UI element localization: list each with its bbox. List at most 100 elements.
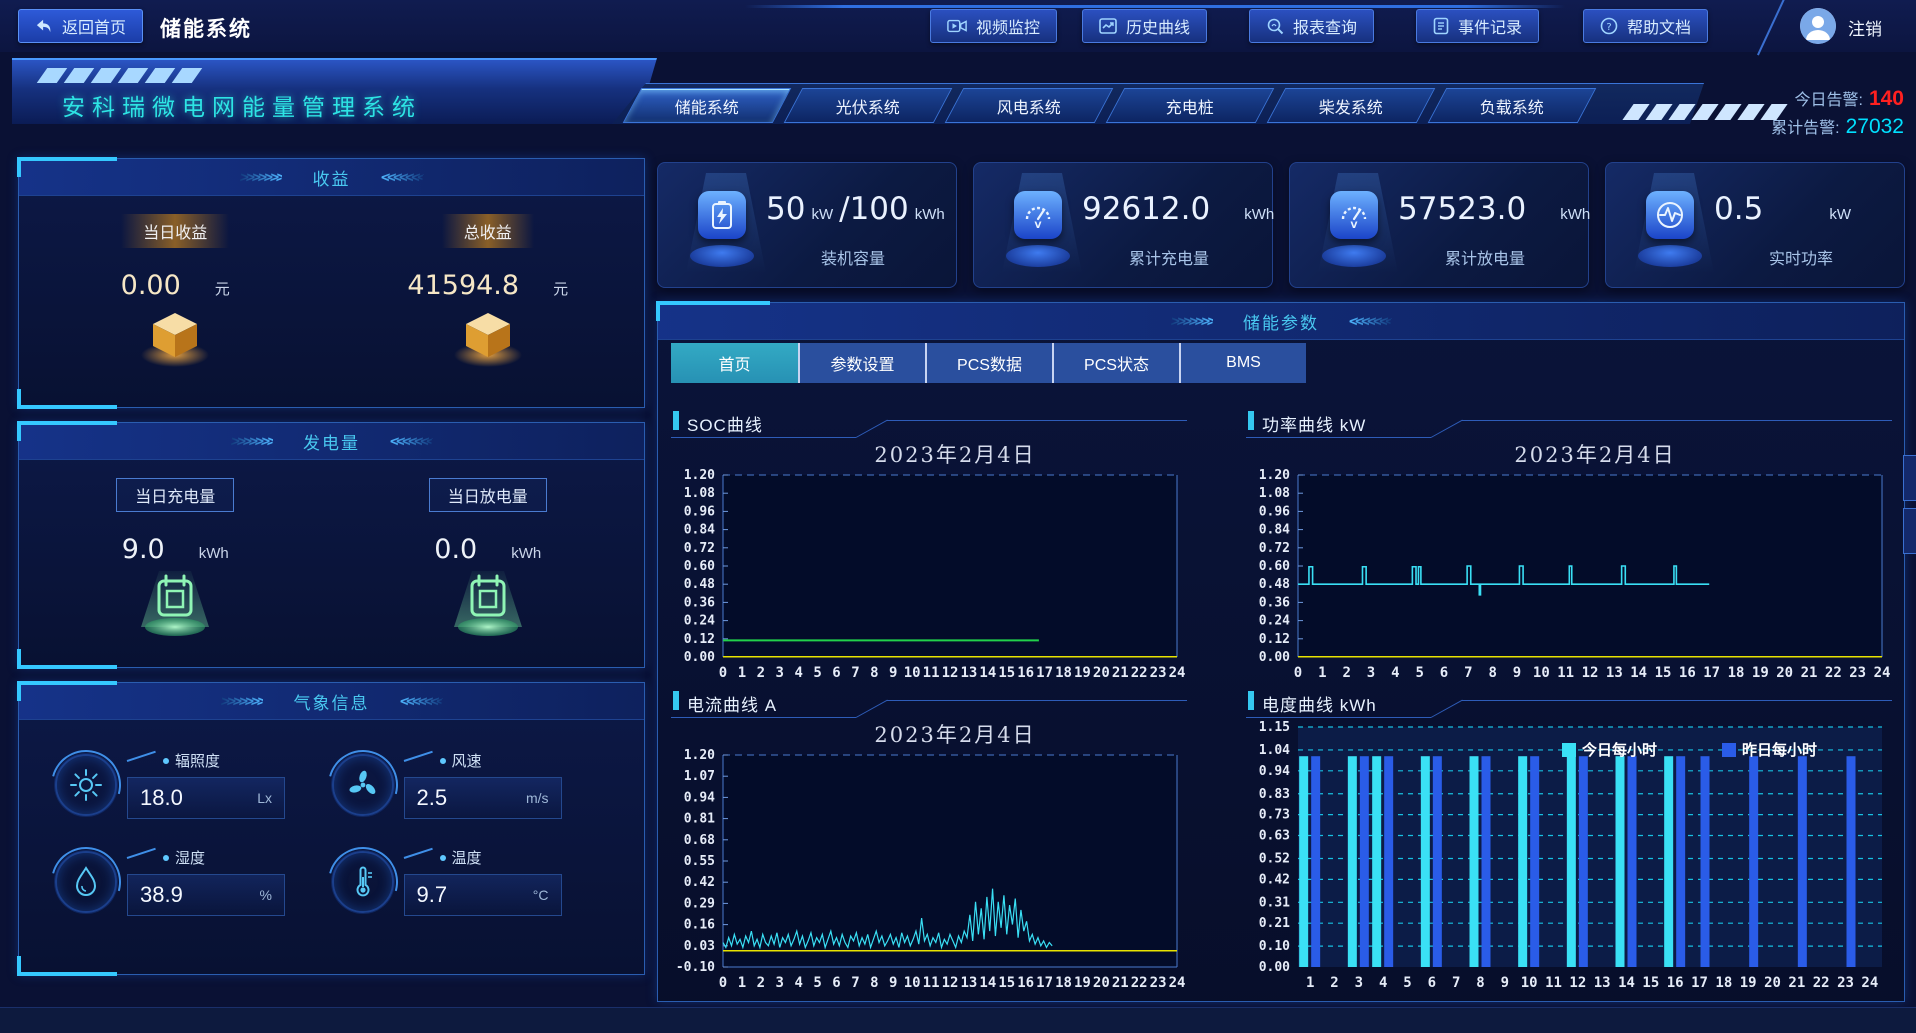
irradiance-value: 18.0 — [140, 785, 183, 811]
svg-text:16: 16 — [1679, 665, 1696, 681]
nav-tab-pv[interactable]: 光伏系统 — [784, 88, 953, 123]
svg-text:4: 4 — [1391, 665, 1399, 681]
irradiance-value-box: 18.0 Lx — [127, 777, 285, 819]
nav-tab-diesel[interactable]: 柴发系统 — [1267, 88, 1436, 123]
svg-text:17: 17 — [1691, 975, 1708, 991]
report-query-button[interactable]: 报表查询 — [1249, 9, 1374, 43]
wind-speed-value: 2.5 — [417, 785, 448, 811]
svg-text:14: 14 — [1618, 975, 1635, 991]
alarm-summary: 今日告警:140 累计告警:27032 — [1771, 86, 1904, 142]
svg-text:14: 14 — [979, 975, 996, 991]
svg-text:6: 6 — [832, 975, 840, 991]
video-monitor-button[interactable]: 视频监控 — [930, 9, 1057, 43]
user-avatar[interactable] — [1800, 8, 1836, 44]
total-charge-label: 累计充电量 — [1074, 245, 1264, 269]
chart-plot: 0.000.100.210.310.420.520.630.730.830.94… — [1246, 719, 1896, 993]
video-camera-icon — [947, 18, 967, 34]
top-bar: 返回首页 储能系统 视频监控 历史曲线 报表查询 事件记录 ? 帮助文档 注销 — [0, 0, 1916, 52]
capacity-kwh-value: /100 — [839, 191, 909, 227]
daily-charge-kpi: 当日充电量 9.0 kWh — [35, 478, 316, 644]
svg-text:3: 3 — [776, 665, 784, 681]
svg-text:0.03: 0.03 — [684, 939, 715, 954]
svg-text:0: 0 — [719, 665, 727, 681]
event-log-button[interactable]: 事件记录 — [1416, 9, 1539, 43]
tab-bms[interactable]: BMS — [1179, 343, 1306, 383]
generation-panel: >>>>>>> 发电量 <<<<<<< 当日充电量 9.0 kWh — [18, 422, 645, 668]
temperature-value-box: 9.7 °C — [404, 874, 562, 916]
tab-pcs-data[interactable]: PCS数据 — [925, 343, 1052, 383]
svg-text:16: 16 — [1017, 975, 1034, 991]
alarm-today-label: 今日告警: — [1795, 92, 1863, 109]
chart-date: 2023年2月4日 — [671, 719, 1191, 747]
chart-plot: 0.000.120.240.360.480.600.720.840.961.08… — [1246, 467, 1896, 683]
total-charge-card: V 92612.0 kWh 累计充电量 — [973, 162, 1273, 288]
edge-collapse-handle[interactable] — [1903, 508, 1916, 554]
droplet-icon — [55, 851, 117, 913]
daily-discharge-value: 0.0 — [434, 534, 477, 565]
svg-text:0.00: 0.00 — [684, 650, 715, 665]
svg-text:4: 4 — [794, 975, 802, 991]
banner-title: 安科瑞微电网能量管理系统 — [62, 88, 422, 122]
svg-text:0.60: 0.60 — [1259, 559, 1290, 574]
svg-text:0.73: 0.73 — [1259, 808, 1290, 823]
chevrons-right-icon: >>>>>>> — [230, 432, 275, 450]
svg-text:10: 10 — [904, 975, 921, 991]
chart-title: 功率曲线 kW — [1262, 411, 1366, 436]
icon-pedestal — [1322, 245, 1386, 267]
top-decor-line — [745, 5, 1565, 8]
leader-line — [403, 750, 432, 761]
title-accent-bar — [1248, 691, 1254, 710]
nav-tab-charger[interactable]: 充电桩 — [1106, 88, 1275, 123]
realtime-power-label: 实时功率 — [1706, 245, 1896, 269]
svg-text:1.20: 1.20 — [1259, 468, 1290, 483]
nav-tab-wind[interactable]: 风电系统 — [945, 88, 1114, 123]
svg-text:19: 19 — [1752, 665, 1769, 681]
svg-text:0.94: 0.94 — [1259, 764, 1290, 779]
svg-text:21: 21 — [1788, 975, 1805, 991]
leader-dot — [163, 855, 169, 861]
energy-chart: 电度曲线 kWh 0.000.100.210.310.420.520.630.7… — [1246, 687, 1896, 993]
svg-text:3: 3 — [1355, 975, 1363, 991]
daily-revenue-value: 0.00 — [121, 270, 181, 301]
svg-text:3: 3 — [1367, 665, 1375, 681]
title-accent-bar — [673, 691, 679, 710]
back-home-button[interactable]: 返回首页 — [18, 9, 143, 43]
svg-text:1.20: 1.20 — [684, 748, 715, 763]
thermometer-icon — [332, 851, 394, 913]
leader-line — [403, 847, 432, 858]
daily-revenue-unit: 元 — [215, 278, 230, 299]
svg-text:19: 19 — [1074, 975, 1091, 991]
total-charge-unit: kWh — [1244, 206, 1274, 223]
svg-text:15: 15 — [998, 665, 1015, 681]
svg-text:1.15: 1.15 — [1259, 720, 1290, 735]
generation-panel-title: 发电量 — [303, 429, 360, 454]
svg-text:1.04: 1.04 — [1259, 743, 1290, 758]
nav-tab-load[interactable]: 负载系统 — [1428, 88, 1597, 123]
svg-text:21: 21 — [1801, 665, 1818, 681]
svg-text:20: 20 — [1776, 665, 1793, 681]
icon-pedestal — [1638, 245, 1702, 267]
svg-text:12: 12 — [942, 665, 959, 681]
total-discharge-label: 累计放电量 — [1390, 245, 1580, 269]
svg-text:13: 13 — [960, 975, 977, 991]
tab-pcs-status[interactable]: PCS状态 — [1052, 343, 1179, 383]
help-doc-button[interactable]: ? 帮助文档 — [1583, 9, 1708, 43]
installed-capacity-label: 装机容量 — [758, 245, 948, 269]
battery-icon — [698, 191, 746, 239]
svg-text:2: 2 — [757, 975, 765, 991]
svg-text:13: 13 — [1606, 665, 1623, 681]
edge-collapse-handle[interactable] — [1903, 455, 1916, 501]
history-chart-icon — [1099, 18, 1117, 34]
nav-tab-storage[interactable]: 储能系统 — [623, 88, 792, 123]
svg-text:0.24: 0.24 — [1259, 614, 1290, 629]
svg-text:9: 9 — [889, 975, 897, 991]
current-chart: 电流曲线 A 2023年2月4日 -0.100.030.160.290.420.… — [671, 687, 1191, 993]
tab-home[interactable]: 首页 — [671, 343, 798, 383]
svg-text:V: V — [1351, 221, 1358, 230]
title-accent-bar — [1248, 411, 1254, 430]
chevrons-right-icon: >>>>>>> — [1170, 312, 1215, 330]
daily-revenue-kpi: 当日收益 0.00 元 — [35, 214, 316, 374]
tab-param-settings[interactable]: 参数设置 — [798, 343, 925, 383]
history-curve-button[interactable]: 历史曲线 — [1082, 9, 1207, 43]
logout-link[interactable]: 注销 — [1848, 15, 1882, 40]
